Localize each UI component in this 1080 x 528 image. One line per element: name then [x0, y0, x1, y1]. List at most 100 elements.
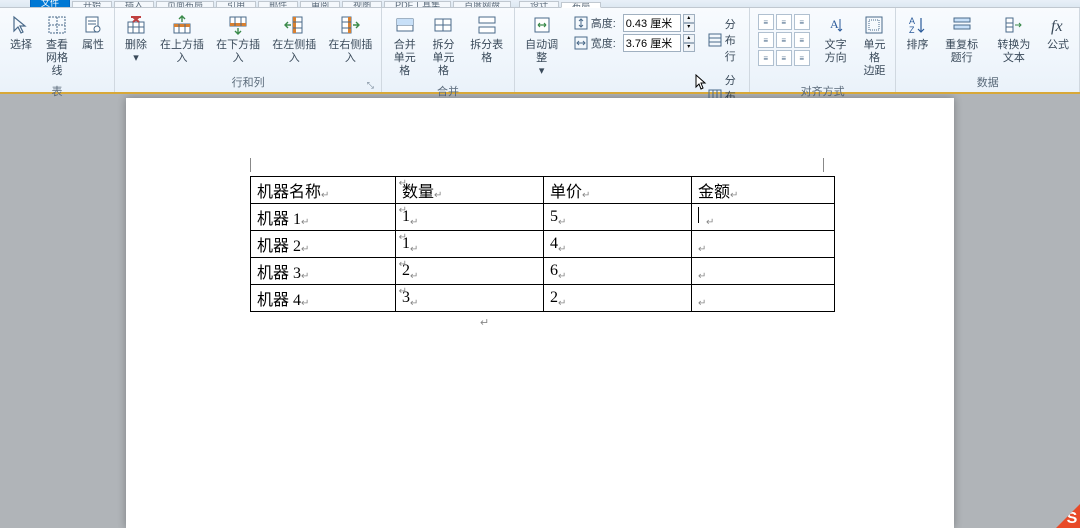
svg-text:fx: fx	[1051, 18, 1063, 35]
align-tl[interactable]: ≡	[758, 14, 774, 30]
header-cell[interactable]: 机器名称↵↵	[251, 177, 396, 204]
height-icon	[573, 15, 589, 31]
group-table-label: 表	[4, 81, 110, 101]
convert-label: 转换为文本	[994, 39, 1034, 65]
sort-icon: AZ	[905, 13, 929, 37]
insert-above-button[interactable]: 在上方插入	[155, 10, 209, 68]
tab-review[interactable]: 审阅	[300, 1, 340, 7]
align-tr[interactable]: ≡	[794, 14, 810, 30]
insert-right-button[interactable]: 在右侧插入	[323, 10, 377, 68]
pointer-icon	[9, 13, 33, 37]
tab-insert[interactable]: 插入	[114, 1, 154, 7]
table-cell[interactable]: 机器 3↵↵	[251, 258, 396, 285]
group-rowcol-label: 行和列 ⤡	[119, 72, 377, 92]
align-mc[interactable]: ≡	[776, 32, 792, 48]
tab-cloud[interactable]: 百度网盘	[453, 1, 511, 7]
select-button[interactable]: 选择	[4, 10, 38, 55]
table-cell[interactable]: 1↵	[396, 204, 544, 231]
view-gridlines-button[interactable]: 查看 网格线	[40, 10, 74, 81]
tab-design[interactable]: 设计	[519, 1, 559, 7]
properties-button[interactable]: 属性	[76, 10, 110, 55]
table-cell[interactable]: 5↵	[544, 204, 692, 231]
table-cell[interactable]: 2↵	[396, 258, 544, 285]
insert-below-button[interactable]: 在下方插入	[211, 10, 265, 68]
cell-margins-button[interactable]: 单元格 边距	[857, 10, 891, 81]
group-data-label: 数据	[900, 72, 1075, 92]
table-cell[interactable]: 1↵	[396, 231, 544, 258]
insert-right-icon	[338, 13, 362, 37]
table-cell[interactable]: 机器 2↵↵	[251, 231, 396, 258]
autofit-button[interactable]: 自动调整 ▾	[519, 10, 565, 81]
split-table-icon	[475, 13, 499, 37]
word-table[interactable]: 机器名称↵↵ 数量↵ 单价↵ 金额↵ 机器 1↵↵ 1↵ 5↵ ↵ 机器 2↵↵…	[250, 176, 835, 312]
table-cell-active[interactable]: ↵	[692, 204, 835, 231]
paragraph-mark: ↵	[480, 316, 844, 329]
page[interactable]: 机器名称↵↵ 数量↵ 单价↵ 金额↵ 机器 1↵↵ 1↵ 5↵ ↵ 机器 2↵↵…	[126, 98, 954, 528]
formula-icon: fx	[1046, 13, 1070, 37]
dropdown-icon: ▾	[133, 52, 139, 65]
align-tc[interactable]: ≡	[776, 14, 792, 30]
table-row[interactable]: 机器 3↵↵ 2↵ 6↵ ↵	[251, 258, 835, 285]
insert-below-label: 在下方插入	[216, 39, 260, 65]
formula-button[interactable]: fx 公式	[1041, 10, 1075, 55]
insert-left-label: 在左侧插入	[272, 39, 316, 65]
tab-pdf[interactable]: PDF工具集	[384, 1, 451, 7]
align-br[interactable]: ≡	[794, 50, 810, 66]
tab-layout[interactable]: 页面布局	[156, 1, 214, 7]
split-table-label: 拆分表格	[469, 39, 505, 65]
alignment-grid: ≡ ≡ ≡ ≡ ≡ ≡ ≡ ≡ ≡	[754, 10, 814, 66]
properties-label: 属性	[82, 39, 104, 52]
align-ml[interactable]: ≡	[758, 32, 774, 48]
width-spinner[interactable]: ▴▾	[683, 34, 695, 52]
tab-home[interactable]: 开始	[72, 1, 112, 7]
convert-icon	[1002, 13, 1026, 37]
height-spinner[interactable]: ▴▾	[683, 14, 695, 32]
table-cell[interactable]: 2↵	[544, 285, 692, 312]
header-cell[interactable]: 数量↵	[396, 177, 544, 204]
distribute-rows-button[interactable]: 分布行	[705, 14, 741, 66]
table-row[interactable]: 机器 2↵↵ 1↵ 4↵ ↵	[251, 231, 835, 258]
header-cell[interactable]: 金额↵	[692, 177, 835, 204]
svg-text:A: A	[830, 17, 839, 31]
delete-button[interactable]: 删除 ▾	[119, 10, 153, 68]
sort-button[interactable]: AZ 排序	[900, 10, 934, 55]
table-cell[interactable]: 机器 1↵↵	[251, 204, 396, 231]
tab-references[interactable]: 引用	[216, 1, 256, 7]
merge-cells-button[interactable]: 合并 单元格	[386, 10, 423, 81]
align-mr[interactable]: ≡	[794, 32, 810, 48]
width-input[interactable]	[623, 34, 681, 52]
table-cell[interactable]: ↵	[692, 231, 835, 258]
table-row[interactable]: 机器 1↵↵ 1↵ 5↵ ↵	[251, 204, 835, 231]
convert-button[interactable]: 转换为文本	[989, 10, 1039, 68]
table-cell[interactable]: 4↵	[544, 231, 692, 258]
split-table-button[interactable]: 拆分表格	[464, 10, 510, 68]
table-row[interactable]: 机器 4↵↵ 3↵ 2↵ ↵	[251, 285, 835, 312]
insert-left-button[interactable]: 在左侧插入	[267, 10, 321, 68]
table-cell[interactable]: ↵	[692, 258, 835, 285]
table-cell[interactable]: ↵	[692, 285, 835, 312]
table-cell[interactable]: 机器 4↵↵	[251, 285, 396, 312]
insert-below-icon	[226, 13, 250, 37]
formula-label: 公式	[1047, 39, 1069, 52]
table-header-row[interactable]: 机器名称↵↵ 数量↵ 单价↵ 金额↵	[251, 177, 835, 204]
align-bc[interactable]: ≡	[776, 50, 792, 66]
tab-mailings[interactable]: 邮件	[258, 1, 298, 7]
view-label: 查看	[46, 39, 68, 52]
launcher-icon[interactable]: ⤡	[365, 80, 375, 90]
height-input[interactable]	[623, 14, 681, 32]
insert-above-label: 在上方插入	[160, 39, 204, 65]
document-area: 机器名称↵↵ 数量↵ 单价↵ 金额↵ 机器 1↵↵ 1↵ 5↵ ↵ 机器 2↵↵…	[0, 94, 1080, 528]
tab-strip: 文件 开始 插入 页面布局 引用 邮件 审阅 视图 PDF工具集 百度网盘 设计…	[0, 0, 1080, 8]
split-cells-button[interactable]: 拆分 单元格	[425, 10, 462, 81]
repeat-header-button[interactable]: 重复标题行	[936, 10, 986, 68]
tab-view[interactable]: 视图	[342, 1, 382, 7]
delete-label: 删除	[125, 39, 147, 52]
merge-label2: 单元格	[391, 52, 418, 78]
text-direction-button[interactable]: A 文字方向	[816, 10, 856, 68]
header-cell[interactable]: 单价↵	[544, 177, 692, 204]
table-cell[interactable]: 6↵	[544, 258, 692, 285]
align-bl[interactable]: ≡	[758, 50, 774, 66]
tab-file[interactable]: 文件	[30, 0, 70, 7]
table-cell[interactable]: 3↵	[396, 285, 544, 312]
insert-left-icon	[282, 13, 306, 37]
